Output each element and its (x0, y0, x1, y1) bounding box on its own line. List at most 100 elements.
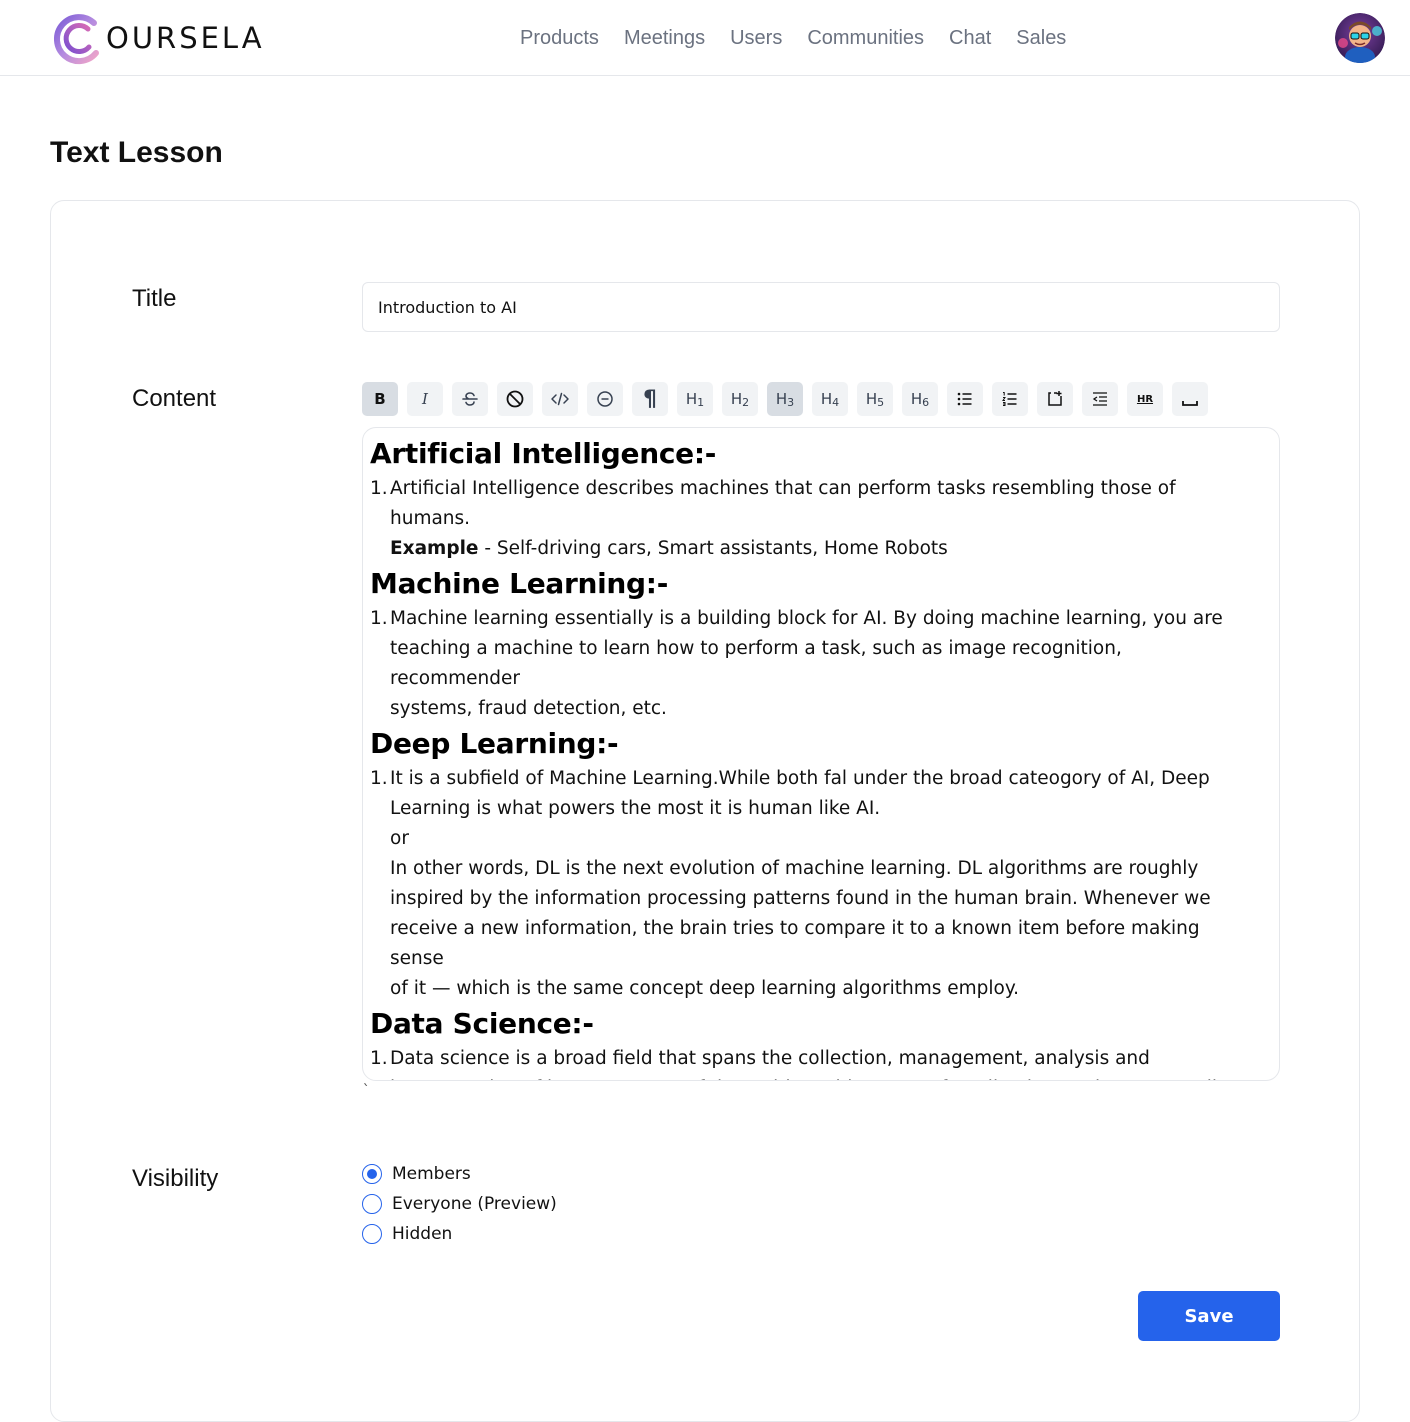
content-editor[interactable]: Artificial Intelligence:- 1. Artificial In… (362, 427, 1280, 1081)
clear-format-button[interactable] (497, 382, 533, 416)
hard-break-icon (1180, 389, 1200, 409)
radio-label: Hidden (392, 1224, 453, 1244)
blockquote-icon (1045, 389, 1065, 409)
heading-5-icon: H5 (865, 389, 885, 409)
content-ordered-list: 1. Artificial Intelligence describes mach… (370, 474, 1249, 564)
horizontal-rule-icon: HR (1136, 393, 1154, 405)
content-line: Artificial Intelligence describes machin… (390, 478, 1176, 499)
ordered-list-button[interactable] (992, 382, 1028, 416)
content-line: inspired by the information processing p… (390, 888, 1211, 909)
heading-6-icon: H6 (910, 389, 930, 409)
heading-4-icon: H4 (820, 389, 840, 409)
heading-6-button[interactable]: H6 (902, 382, 938, 416)
code-icon (550, 389, 570, 409)
nav-item-products[interactable]: Products (520, 24, 599, 52)
heading-5-button[interactable]: H5 (857, 382, 893, 416)
content-line: teaching a machine to learn how to perfo… (390, 638, 1122, 689)
code-button[interactable] (542, 382, 578, 416)
radio-label: Everyone (Preview) (392, 1194, 557, 1214)
nav-item-meetings[interactable]: Meetings (624, 24, 705, 52)
nav-item-users[interactable]: Users (730, 24, 782, 52)
blockquote-button[interactable] (1037, 382, 1073, 416)
content-ordered-list: 1. Data science is a broad field that spa… (370, 1044, 1249, 1080)
heading-2-button[interactable]: H2 (722, 382, 758, 416)
main-nav: Products Meetings Users Communities Chat Sale… (520, 24, 1066, 52)
nav-item-communities[interactable]: Communities (807, 24, 924, 52)
content-line: Learning is what powers the most it is h… (390, 798, 881, 819)
title-label: Title (132, 285, 177, 312)
radio-button[interactable] (362, 1194, 382, 1214)
heading-4-button[interactable]: H4 (812, 382, 848, 416)
visibility-option-members[interactable]: Members (362, 1159, 557, 1189)
content-line: Data science is a broad field that spans… (390, 1048, 1150, 1069)
heading-3-button[interactable]: H3 (767, 382, 803, 416)
radio-label: Members (392, 1164, 471, 1184)
radio-button[interactable] (362, 1164, 382, 1184)
save-button[interactable]: Save (1138, 1291, 1280, 1341)
italic-icon: I (422, 390, 428, 408)
nav-item-chat[interactable]: Chat (949, 24, 991, 52)
bullet-list-button[interactable] (947, 382, 983, 416)
clear-format-icon (505, 389, 525, 409)
bold-button[interactable]: B (362, 382, 398, 416)
hard-break-button[interactable] (1172, 382, 1208, 416)
strikethrough-button[interactable] (452, 382, 488, 416)
nav-item-sales[interactable]: Sales (1016, 24, 1066, 52)
brand-logo-icon (50, 11, 104, 65)
list-item: 1. Artificial Intelligence describes mach… (370, 474, 1249, 564)
lesson-form-card: Title Content B I ¶ H1 H2 H3 H4 H5 H6 HR Artifici… (50, 200, 1360, 1422)
content-line: interpretation of large amounts of data … (390, 1074, 1249, 1080)
list-item: 1. It is a subfield of Machine Learning.W… (370, 764, 1249, 1004)
italic-button[interactable]: I (407, 382, 443, 416)
visibility-option-everyone-preview[interactable]: Everyone (Preview) (362, 1189, 557, 1219)
strikethrough-icon (460, 389, 480, 409)
content-label: Content (132, 385, 217, 412)
list-item: 1. Data science is a broad field that spa… (370, 1044, 1249, 1080)
heading-1-button[interactable]: H1 (677, 382, 713, 416)
content-heading: Data Science:- (370, 1007, 594, 1040)
content-line: receive a new information, the brain tri… (390, 918, 1200, 969)
content-heading: Machine Learning:- (370, 567, 669, 600)
heading-1-icon: H1 (685, 389, 705, 409)
page-title: Text Lesson (50, 136, 223, 169)
radio-selected-dot (367, 1169, 377, 1179)
content-line: Machine learning essentially is a buildi… (390, 608, 1223, 629)
code-block-button[interactable] (587, 382, 623, 416)
content-ordered-list: 1. Machine learning essentially is a buil… (370, 604, 1249, 724)
content-line: or (390, 828, 409, 849)
example-label: Example (390, 538, 479, 559)
content-heading: Deep Learning:- (370, 727, 619, 760)
editor-toolbar: B I ¶ H1 H2 H3 H4 H5 H6 HR (362, 382, 1208, 416)
user-avatar[interactable] (1335, 13, 1385, 63)
example-line: Example - Self-driving cars, Smart assis… (390, 534, 1249, 564)
title-input[interactable] (362, 282, 1280, 332)
content-ordered-list: 1. It is a subfield of Machine Learning.W… (370, 764, 1249, 1004)
indent-button[interactable] (1082, 382, 1118, 416)
ordered-list-icon (1000, 389, 1020, 409)
heading-2-icon: H2 (730, 389, 750, 409)
content-heading: Artificial Intelligence:- (370, 437, 717, 470)
visibility-label: Visibility (132, 1165, 219, 1192)
visibility-radio-group: Members Everyone (Preview) Hidden (362, 1159, 557, 1249)
heading-3-icon: H3 (775, 389, 795, 409)
horizontal-rule-button[interactable]: HR (1127, 382, 1163, 416)
radio-button[interactable] (362, 1224, 382, 1244)
visibility-option-hidden[interactable]: Hidden (362, 1219, 557, 1249)
content-line: of it — which is the same concept deep l… (390, 978, 1020, 999)
list-item-number: 1. (370, 478, 388, 499)
content-line: It is a subfield of Machine Learning.Whi… (390, 768, 1210, 789)
list-item-number: 1. (370, 768, 388, 789)
indent-icon (1090, 389, 1110, 409)
list-item-number: 1. (370, 1048, 388, 1069)
paragraph-button[interactable]: ¶ (632, 382, 668, 416)
brand-logo[interactable]: OURSELA (50, 11, 265, 65)
content-line: In other words, DL is the next evolution… (390, 858, 1199, 879)
stray-backtick: ` (362, 1083, 371, 1099)
content-line: systems, fraud detection, etc. (390, 698, 667, 719)
top-navigation-bar: OURSELA Products Meetings Users Communities… (0, 0, 1410, 76)
bullet-list-icon (955, 389, 975, 409)
list-item-number: 1. (370, 608, 388, 629)
list-item: 1. Machine learning essentially is a buil… (370, 604, 1249, 724)
code-block-icon (595, 389, 615, 409)
bold-icon: B (374, 390, 386, 408)
